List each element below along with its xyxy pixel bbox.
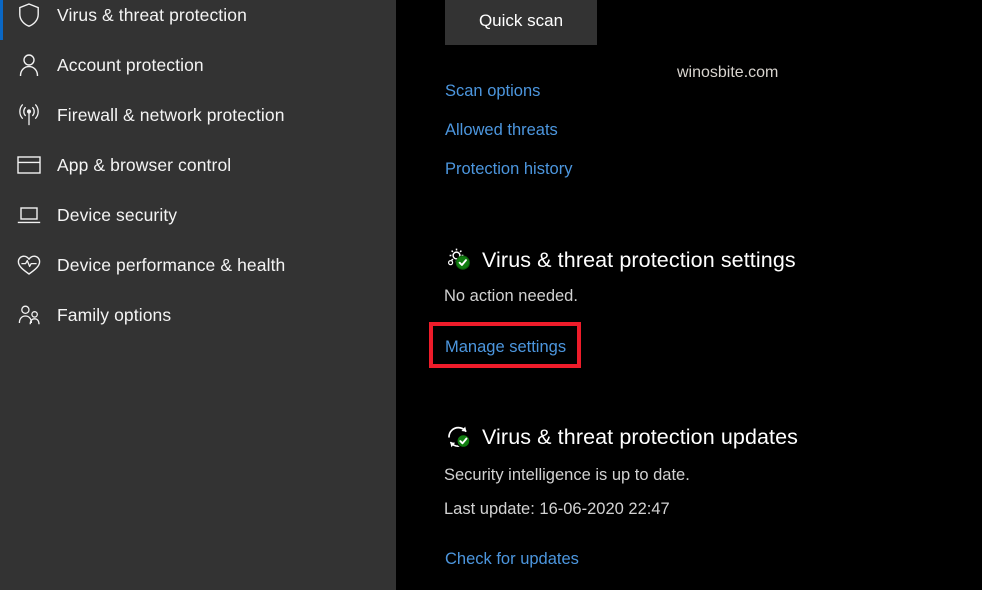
sidebar-item-family-options[interactable]: Family options: [0, 290, 396, 340]
manage-settings-link[interactable]: Manage settings: [445, 338, 566, 357]
refresh-with-green-check-icon: [441, 421, 479, 453]
protection-history-link[interactable]: Protection history: [445, 160, 572, 179]
wireless-signal-icon: [12, 100, 46, 130]
updates-status-text: Security intelligence is up to date.: [444, 466, 690, 484]
windows-security-window: Virus & threat protection Account protec…: [0, 0, 982, 597]
laptop-icon: [12, 200, 46, 230]
sidebar-item-label: Device performance & health: [57, 254, 286, 275]
heart-pulse-icon: [12, 250, 46, 280]
sidebar-item-account-protection[interactable]: Account protection: [0, 40, 396, 90]
selected-accent-bar: [0, 90, 3, 140]
sidebar-item-label: Device security: [57, 204, 178, 225]
sidebar-item-label: Firewall & network protection: [57, 104, 285, 125]
sidebar-item-virus-threat-protection[interactable]: Virus & threat protection: [0, 0, 396, 40]
quick-scan-button[interactable]: Quick scan: [445, 0, 597, 45]
selected-accent-bar: [0, 190, 3, 240]
settings-section-header: Virus & threat protection settings: [441, 243, 796, 277]
settings-status-text: No action needed.: [444, 287, 578, 305]
selected-accent-bar: [0, 40, 3, 90]
sidebar-navigation: Virus & threat protection Account protec…: [0, 0, 396, 590]
gear-with-green-check-icon: [441, 244, 479, 276]
main-content-panel: Quick scan Scan options Allowed threats …: [396, 0, 982, 590]
bottom-edge-strip: [0, 590, 982, 597]
sidebar-item-device-security[interactable]: Device security: [0, 190, 396, 240]
browser-window-icon: [12, 150, 46, 180]
sidebar-item-device-performance-health[interactable]: Device performance & health: [0, 240, 396, 290]
allowed-threats-link[interactable]: Allowed threats: [445, 121, 558, 140]
selected-accent-bar: [0, 140, 3, 190]
sidebar-item-label: Virus & threat protection: [57, 4, 247, 25]
sidebar-item-label: App & browser control: [57, 154, 232, 175]
person-icon: [12, 50, 46, 80]
shield-icon: [12, 0, 46, 30]
selected-accent-bar: [0, 0, 3, 40]
settings-section-title: Virus & threat protection settings: [482, 247, 796, 272]
people-group-icon: [12, 300, 46, 330]
updates-section-title: Virus & threat protection updates: [482, 424, 799, 449]
sidebar-item-firewall-network-protection[interactable]: Firewall & network protection: [0, 90, 396, 140]
sidebar-item-label: Family options: [57, 304, 172, 325]
updates-last-update-text: Last update: 16-06-2020 22:47: [444, 500, 670, 518]
check-for-updates-link[interactable]: Check for updates: [445, 550, 579, 569]
watermark-text: winosbite.com: [677, 64, 779, 81]
selected-accent-bar: [0, 290, 3, 340]
sidebar-item-label: Account protection: [57, 54, 204, 75]
selected-accent-bar: [0, 240, 3, 290]
scan-options-link[interactable]: Scan options: [445, 82, 540, 101]
sidebar-item-app-browser-control[interactable]: App & browser control: [0, 140, 396, 190]
updates-section-header: Virus & threat protection updates: [441, 420, 798, 454]
